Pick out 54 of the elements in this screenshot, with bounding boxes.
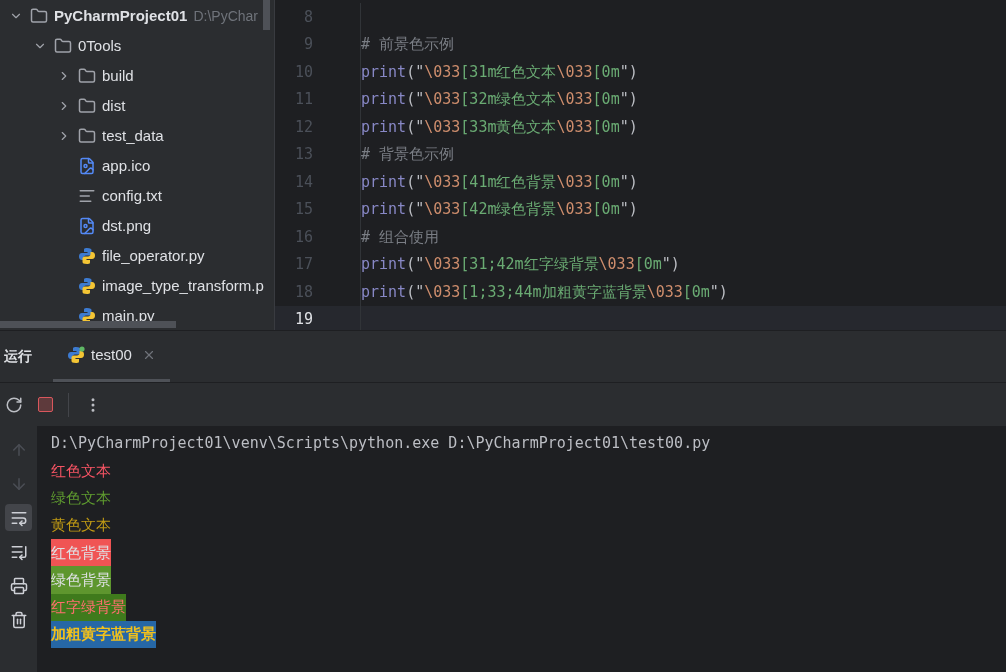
python-icon xyxy=(78,277,96,295)
tree-item-label: build xyxy=(102,65,134,86)
tree-item[interactable]: PyCharmProject01 D:\PyChar xyxy=(0,1,274,31)
code-text: # 组合使用 xyxy=(361,226,440,248)
folder-icon xyxy=(78,97,96,115)
vertical-scrollbar[interactable] xyxy=(263,0,270,30)
code-text: print("\033[42m绿色背景\033[0m") xyxy=(361,199,638,220)
run-panel-title: 运行 xyxy=(3,347,33,366)
image-file-icon xyxy=(78,217,96,235)
code-text: print("\033[31m红色文本\033[0m") xyxy=(361,61,638,83)
code-text: print("\033[32m绿色文本\033[0m") xyxy=(361,89,638,110)
console-line: 红色文本 xyxy=(51,460,111,482)
tree-item[interactable]: config.txt xyxy=(0,181,274,211)
run-tab[interactable]: test00 xyxy=(53,331,170,382)
code-text: print("\033[31;42m红字绿背景\033[0m") xyxy=(361,254,680,275)
code-text: print("\033[41m红色背景\033[0m") xyxy=(361,171,638,193)
tree-item-label: file_operator.py xyxy=(102,245,205,266)
tree-item[interactable]: dist xyxy=(0,91,274,121)
project-path: D:\PyChar xyxy=(193,6,258,26)
folder-icon xyxy=(78,67,96,85)
tree-item-label: config.txt xyxy=(102,185,163,206)
folder-icon xyxy=(54,37,72,55)
horizontal-scrollbar[interactable] xyxy=(0,321,176,328)
text-file-icon xyxy=(78,187,96,205)
console-line: D:\PyCharmProject01\venv\Scripts\python.exe D:\PyCharmProject01\test00.py xyxy=(51,433,711,455)
tree-item[interactable]: build xyxy=(0,61,274,91)
python-run-icon xyxy=(67,346,85,364)
tree-item-label: test_data xyxy=(102,125,164,146)
code-text: print("\033[33m黄色文本\033[0m") xyxy=(361,116,638,138)
tree-item-label: app.ico xyxy=(102,155,151,176)
tree-item[interactable]: dst.png xyxy=(0,211,274,241)
tree-item[interactable]: 0Tools xyxy=(0,31,274,61)
code-text: # 背景色示例 xyxy=(361,144,455,165)
python-icon xyxy=(78,247,96,265)
code-text: # 前景色示例 xyxy=(361,34,455,55)
tree-item-label: dist xyxy=(102,95,126,116)
tree-item[interactable]: test_data xyxy=(0,121,274,151)
tree-item[interactable]: app.ico xyxy=(0,151,274,181)
folder-icon xyxy=(30,7,48,25)
tree-item-label: PyCharmProject01 xyxy=(54,5,188,26)
stop-icon[interactable] xyxy=(38,397,53,412)
console-line: 绿色文本 xyxy=(51,488,111,509)
code-text: print("\033[1;33;44m加粗黄字蓝背景\033[0m") xyxy=(361,281,728,303)
tree-item-label: 0Tools xyxy=(78,35,122,56)
image-file-icon xyxy=(78,157,96,175)
line-number: 19 xyxy=(293,309,313,330)
tree-item[interactable]: image_type_transform.p xyxy=(0,271,274,301)
tree-item[interactable]: file_operator.py xyxy=(0,241,274,271)
console-line: 黄色文本 xyxy=(51,515,111,537)
tree-item-label: dst.png xyxy=(102,215,152,236)
soft-wrap-icon[interactable] xyxy=(5,504,32,531)
rerun-icon[interactable] xyxy=(5,395,23,414)
tree-item-label: image_type_transform.p xyxy=(102,275,264,296)
folder-icon xyxy=(78,127,96,145)
